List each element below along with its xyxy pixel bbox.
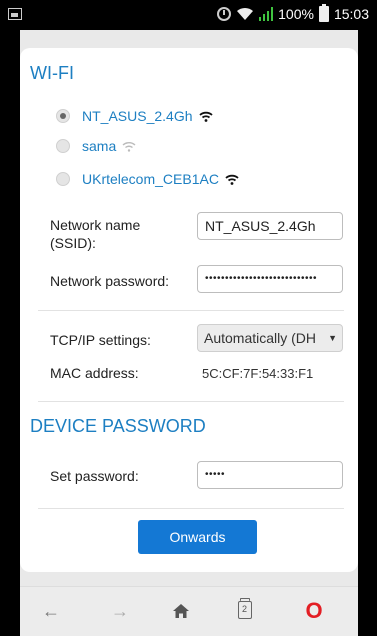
set-password-label: Set password: [50,468,139,484]
network-ssid: sama [82,138,117,154]
wifi-network-item[interactable]: UKrtelecom_CEB1AC [56,169,239,189]
opera-logo: O [305,598,323,623]
tcpip-label: TCP/IP settings: [50,332,151,348]
onwards-button[interactable]: Onwards [138,520,257,554]
tcpip-select[interactable]: Automatically (DH ▼ [197,324,343,352]
clock: 15:03 [333,6,369,22]
mac-address-value: 5C:CF:7F:54:33:F1 [202,366,314,381]
wifi-strong-icon [198,111,213,122]
divider [38,401,344,402]
wifi-network-item[interactable]: NT_ASUS_2.4Gh [56,106,213,126]
status-bar: 100% 15:03 [0,0,377,30]
forward-arrow-icon[interactable]: → [106,601,134,622]
device-password-title: DEVICE PASSWORD [30,416,206,436]
wifi-strong-icon [225,174,239,185]
radio-unselected[interactable] [56,172,70,186]
divider [38,310,344,311]
back-arrow-icon[interactable]: ← [37,601,65,622]
wifi-weak-icon [122,141,136,152]
tcpip-selected-value: Automatically (DH [204,330,317,346]
tabs-count: 2 [241,604,247,614]
radio-unselected[interactable] [56,139,70,153]
wifi-password-input[interactable]: •••••••••••••••••••••••••••• [197,265,343,293]
alarm-icon [217,7,232,21]
battery-percent: 100% [278,6,314,22]
screen-bezel-left [0,30,20,636]
radio-selected[interactable] [56,109,70,123]
battery-icon [318,4,329,22]
tabs-icon[interactable]: 2 [231,598,259,619]
gallery-icon [8,8,22,20]
wifi-status-icon [236,7,254,21]
wifi-network-item[interactable]: sama [56,136,136,156]
wifi-section-title: WI-FI [30,63,74,83]
ssid-input[interactable]: NT_ASUS_2.4Gh [197,212,343,240]
signal-icon [259,7,274,21]
network-ssid: UKrtelecom_CEB1AC [82,171,219,187]
home-icon[interactable] [167,601,195,619]
mac-address-label: MAC address: [50,365,139,381]
set-password-input[interactable]: ••••• [197,461,343,489]
divider [38,508,344,509]
network-ssid: NT_ASUS_2.4Gh [82,108,193,124]
status-icons: 100% 15:03 [217,4,369,22]
screen-bezel-right [358,30,377,636]
ssid-label: Network name (SSID): [50,217,141,251]
wifi-password-label: Network password: [50,273,170,289]
opera-menu-icon[interactable]: O [300,598,328,623]
dropdown-arrow-icon: ▼ [328,333,337,343]
browser-nav-bar: ← → 2 O [20,586,358,636]
